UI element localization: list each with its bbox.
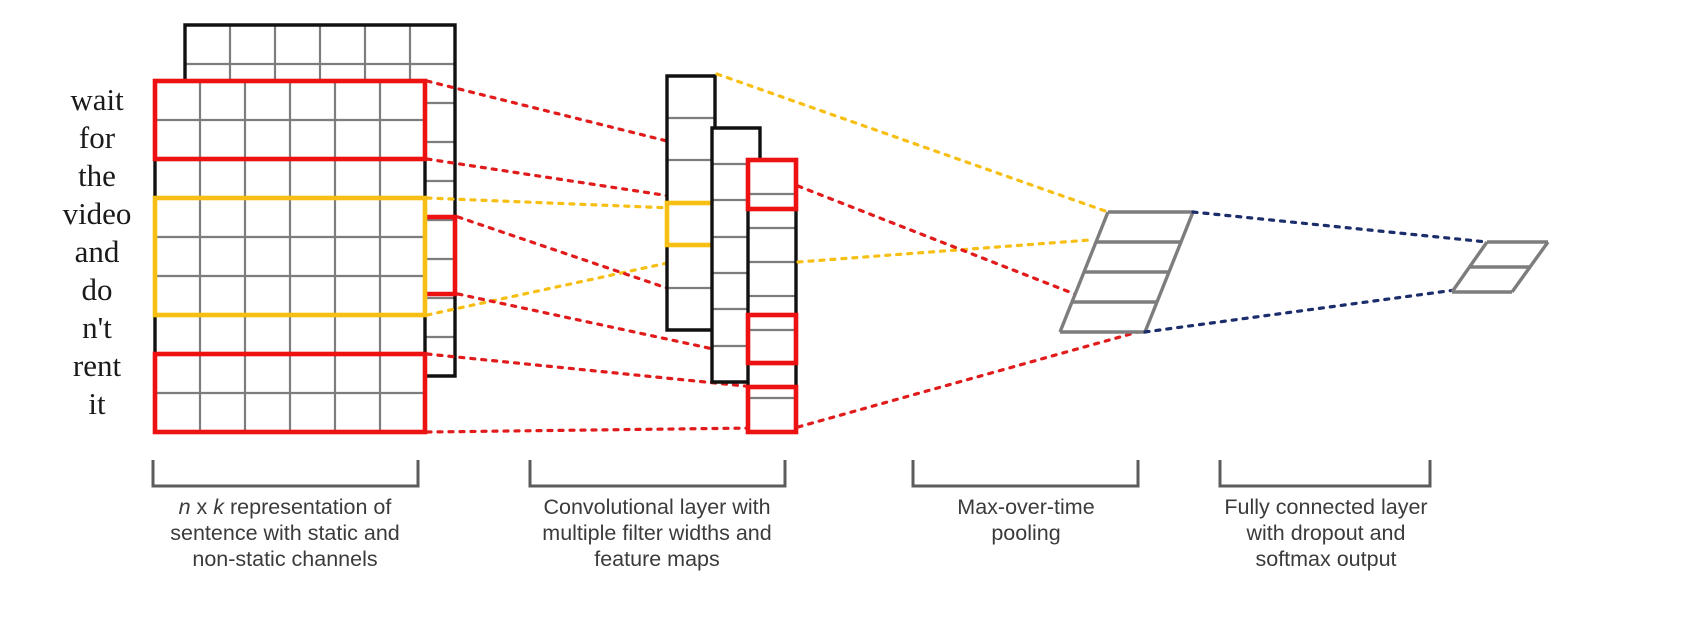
caption-convolution-line-0: Convolutional layer with — [543, 495, 770, 519]
caption-fc-line-1: with dropout and — [1246, 521, 1406, 545]
conv-feature-map-3 — [745, 157, 799, 435]
word-label-8: it — [88, 386, 106, 421]
word-label-3: video — [63, 196, 132, 231]
caption-fc-line-2: softmax output — [1255, 547, 1396, 571]
word-label-0: wait — [70, 82, 124, 117]
pooling-layer — [1058, 210, 1195, 334]
word-label-1: for — [79, 120, 116, 155]
brace-pooling — [911, 460, 1140, 488]
word-label-6: n't — [82, 310, 112, 345]
fully-connected-layer — [1450, 240, 1550, 294]
caption-fc-line-0: Fully connected layer — [1224, 495, 1427, 519]
embedding-front-channel — [152, 78, 428, 435]
sentence-word-list: wait for the video and do n't rent it — [63, 82, 132, 421]
caption-fully-connected: Fully connected layer with dropout and s… — [1224, 495, 1427, 571]
caption-pooling-line-0: Max-over-time — [957, 495, 1094, 519]
conv-feature-map-1 — [664, 74, 718, 332]
brace-embedding — [151, 460, 420, 488]
embedding-front-grid — [153, 79, 427, 434]
connectors-pooling-to-fc — [1143, 210, 1489, 334]
brace-fully-connected — [1218, 460, 1432, 488]
word-label-7: rent — [73, 348, 122, 383]
caption-embedding-line-2: non-static channels — [192, 547, 377, 571]
brace-convolution — [528, 460, 787, 488]
word-label-5: do — [82, 272, 113, 307]
caption-italic-n: n — [179, 495, 191, 519]
caption-convolution-line-1: multiple filter widths and — [542, 521, 771, 545]
cnn-architecture-diagram: wait for the video and do n't rent it n … — [63, 23, 1550, 571]
word-label-2: the — [78, 158, 116, 193]
caption-embedding: n x k representation of sentence with st… — [170, 495, 399, 571]
figure-canvas: wait for the video and do n't rent it n … — [0, 0, 1702, 642]
caption-embedding-line-1: sentence with static and — [170, 521, 399, 545]
caption-convolution-line-2: feature maps — [594, 547, 719, 571]
caption-convolution: Convolutional layer with multiple filter… — [542, 495, 771, 571]
word-label-4: and — [75, 234, 120, 269]
caption-pooling-line-1: pooling — [991, 521, 1060, 545]
caption-pooling: Max-over-time pooling — [957, 495, 1094, 545]
caption-embedding-line-0: n x k representation of — [179, 495, 392, 519]
